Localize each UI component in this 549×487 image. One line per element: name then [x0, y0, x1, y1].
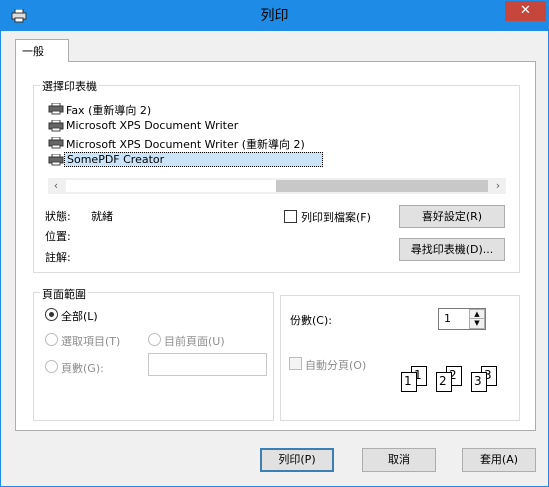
find-printer-button[interactable]: 尋找印表機(D)... [399, 238, 505, 261]
preferences-button-label: 喜好設定(R) [421, 210, 483, 223]
radio-selected-dot [49, 312, 54, 317]
page-range-pages-radio[interactable] [45, 360, 58, 373]
printer-item-label: Fax (重新導向 2) [66, 104, 152, 117]
collate-page: 2 [436, 372, 452, 392]
close-button[interactable]: ✕ [505, 1, 546, 21]
printer-item-label: Microsoft XPS Document Writer [66, 119, 239, 132]
printer-icon [48, 137, 64, 149]
apply-button-label: 套用(A) [479, 453, 519, 466]
collate-illustration: 1 1 2 2 3 3 [401, 360, 501, 396]
general-tab-panel: 選擇印表機 Fax (重新導向 2) Microsoft XPS Documen… [15, 61, 536, 431]
print-button-label: 列印(P) [278, 453, 316, 466]
print-dialog: 列印 ✕ 一般 選擇印表機 Fax (重新導向 2) Microsoft XPS… [0, 0, 549, 487]
page-range-all-radio[interactable] [45, 308, 58, 321]
page-range-legend: 頁面範圍 [40, 286, 88, 302]
preferences-button[interactable]: 喜好設定(R) [399, 205, 505, 228]
collate-label: 自動分頁(O) [305, 359, 367, 372]
cancel-button-label: 取消 [388, 453, 410, 466]
comment-label: 註解: [45, 251, 71, 264]
printer-item-label: Microsoft XPS Document Writer (重新導向 2) [66, 138, 305, 151]
printer-group-legend: 選擇印表機 [40, 78, 99, 94]
apply-button[interactable]: 套用(A) [462, 448, 536, 472]
location-label: 位置: [45, 230, 71, 243]
page-range-all-label: 全部(L) [61, 310, 98, 323]
close-icon: ✕ [520, 3, 531, 18]
tab-general[interactable]: 一般 [15, 39, 69, 62]
collate-checkbox[interactable] [289, 357, 302, 370]
title-bar: 列印 ✕ [1, 1, 548, 31]
printer-list-scrollbar[interactable]: ‹ › [48, 178, 506, 194]
printer-icon [48, 103, 64, 115]
spin-down-icon[interactable]: ▼ [469, 318, 485, 329]
print-to-file-checkbox[interactable] [284, 210, 297, 223]
page-range-selection-radio[interactable] [45, 333, 58, 346]
printer-item-label: SomePDF Creator [64, 152, 323, 167]
copies-label: 份數(C): [290, 314, 332, 327]
scroll-right-icon[interactable]: › [490, 178, 506, 194]
collate-page: 3 [471, 372, 487, 392]
tab-general-label: 一般 [22, 45, 44, 58]
window-title: 列印 [260, 8, 289, 24]
status-label: 狀態: [45, 210, 71, 223]
cancel-button[interactable]: 取消 [362, 448, 436, 472]
page-range-current-radio[interactable] [148, 333, 161, 346]
pages-input[interactable] [148, 353, 267, 376]
printer-icon [48, 154, 64, 166]
print-button[interactable]: 列印(P) [260, 448, 334, 472]
scrollbar-track-left [66, 180, 276, 192]
page-range-current-label: 目前頁面(U) [164, 335, 225, 348]
scrollbar-thumb[interactable] [276, 180, 488, 192]
print-to-file-label: 列印到檔案(F) [301, 211, 371, 224]
printer-icon [48, 120, 64, 132]
find-printer-button-label: 尋找印表機(D)... [410, 243, 494, 256]
copies-value: 1 [444, 312, 451, 325]
page-range-selection-label: 選取項目(T) [61, 335, 121, 348]
scroll-left-icon[interactable]: ‹ [48, 178, 64, 194]
page-range-pages-label: 頁數(G): [61, 362, 104, 375]
status-value: 就緒 [91, 210, 113, 223]
copies-spinner[interactable]: 1 ▲ ▼ [438, 308, 486, 330]
collate-page: 1 [401, 372, 417, 392]
